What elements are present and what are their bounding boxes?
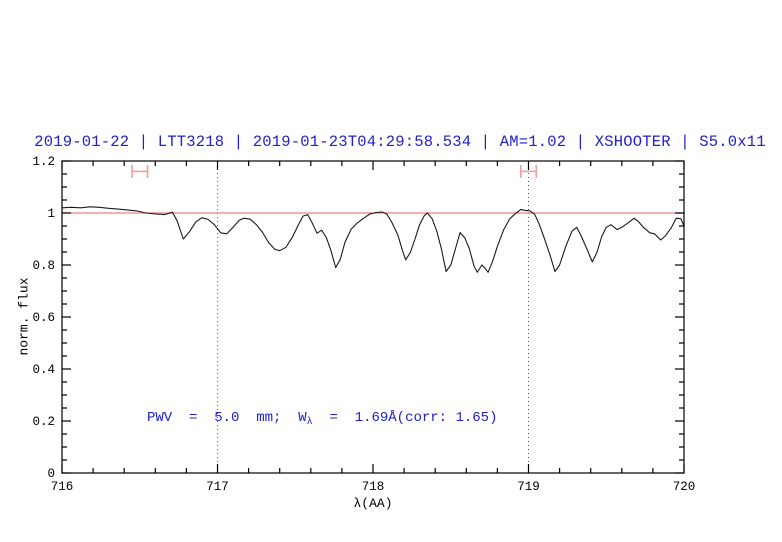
x-tick-label: 718 bbox=[362, 480, 385, 494]
pwv-annotation-prefix: PWV = 5.0 mm; W bbox=[147, 410, 307, 426]
y-tick-label: 0.2 bbox=[32, 415, 55, 429]
x-tick-label: 719 bbox=[517, 480, 540, 494]
y-tick-label: 0.6 bbox=[32, 311, 55, 325]
spectrum-figure: 2019-01-22 | LTT3218 | 2019-01-23T04:29:… bbox=[0, 0, 782, 542]
y-tick-label: 0 bbox=[47, 467, 55, 481]
y-tick-label: 1 bbox=[47, 207, 55, 221]
pwv-annotation-suffix: = 1.69Å(corr: 1.65) bbox=[312, 410, 498, 426]
x-tick-label: 720 bbox=[673, 480, 696, 494]
x-tick-label: 716 bbox=[51, 480, 74, 494]
pwv-annotation-subscript: λ bbox=[306, 417, 313, 428]
plot-canvas: 716 717 718 719 720 0 0.2 0.4 0.6 0.8 1 1.2 bbox=[32, 155, 696, 494]
plot-frame bbox=[61, 160, 685, 474]
y-tick-label: 1.2 bbox=[32, 155, 55, 169]
spectrum-line bbox=[61, 206, 685, 273]
x-axis-label: λ(AA) bbox=[353, 496, 393, 511]
y-tick-label: 0.8 bbox=[32, 259, 55, 273]
y-tick-label: 0.4 bbox=[32, 363, 55, 377]
y-axis-label: norm. flux bbox=[16, 277, 32, 356]
pwv-annotation: PWV = 5.0 mm; Wλ = 1.69Å(corr: 1.65) bbox=[147, 410, 498, 428]
x-tick-label: 717 bbox=[206, 480, 229, 494]
